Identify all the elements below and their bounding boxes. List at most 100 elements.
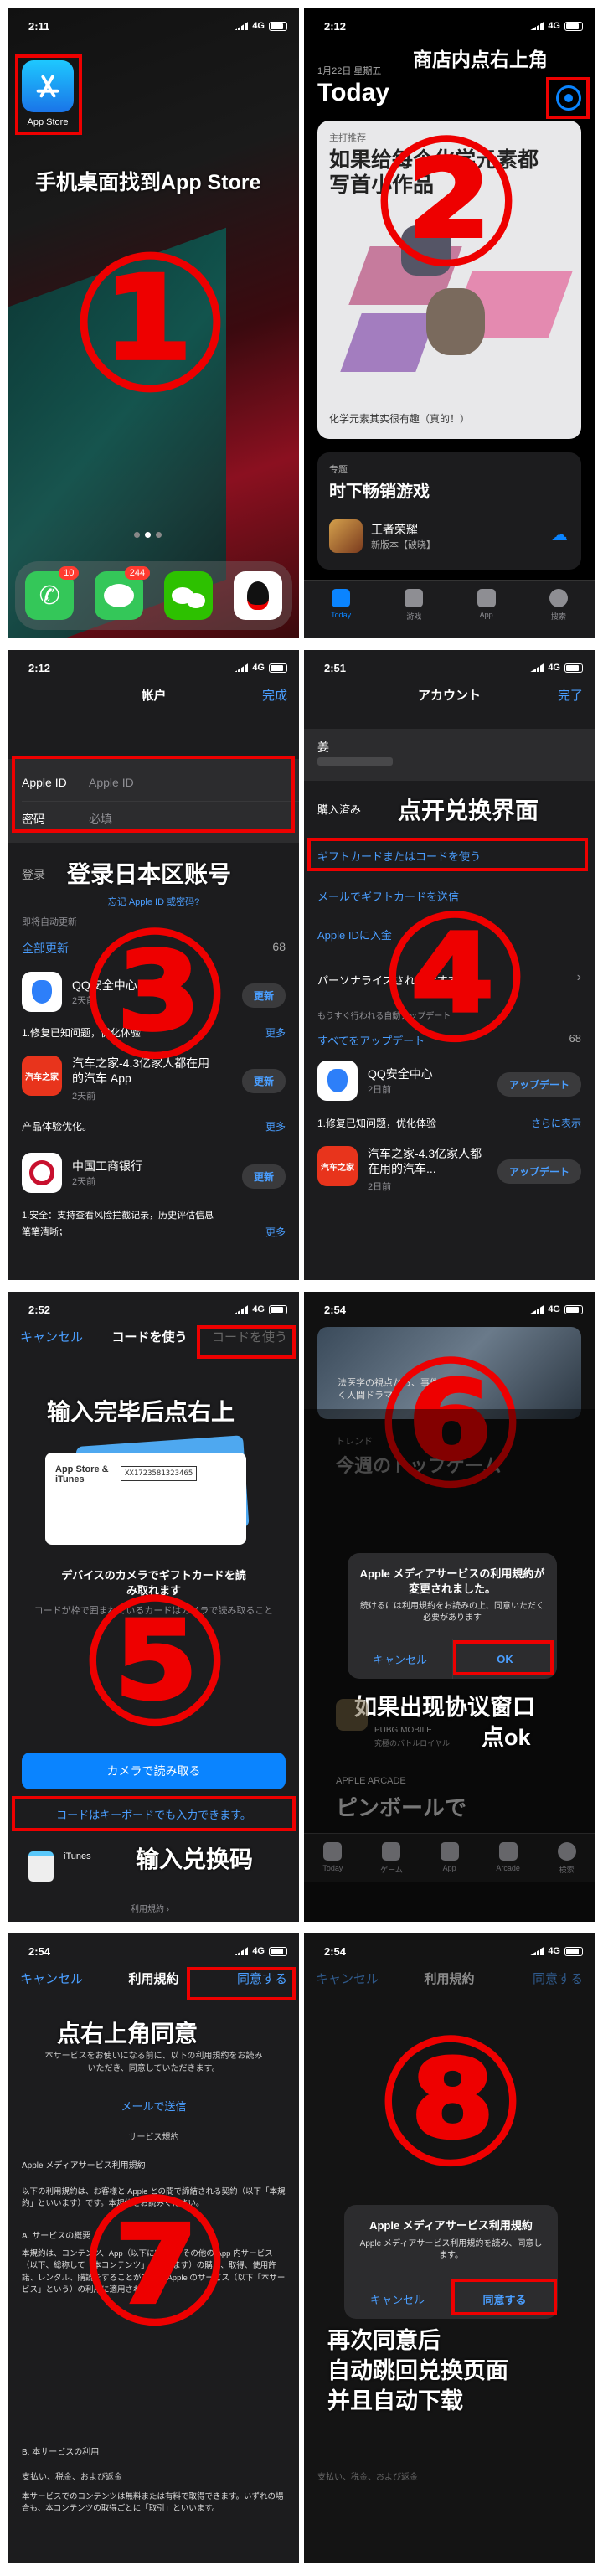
section-title: 时下畅销游戏 [329, 483, 430, 501]
game-desc: 新版本【破晓】 [371, 540, 436, 550]
section-card[interactable]: 专题 时下畅销游戏 王者荣耀 新版本【破晓】 ☁ [317, 452, 581, 570]
purchased-link[interactable]: 購入済み [317, 801, 361, 817]
status-bar: 2:54 4G [8, 1933, 299, 1969]
qq-security-icon [317, 1061, 358, 1101]
status-bar: 2:52 4G [8, 1292, 299, 1327]
caption: 输入完毕后点右上 [47, 1399, 235, 1425]
alert-body: 続けるには利用規約をお読みの上、同意いただく必要があります [360, 1602, 544, 1624]
panel-2-today: 2:12 4G 1月22日 星期五 Today 商店内点右上角 主打推荐 如果给每… [304, 8, 595, 638]
step-number: ④ [378, 875, 532, 1078]
user-card[interactable]: 姜 [304, 729, 595, 781]
tab-today[interactable]: Today [322, 1842, 343, 1872]
highlight-box [12, 756, 295, 833]
update-button[interactable]: 更新 [241, 983, 286, 1008]
alert-body: Apple メディアサービス利用規約を読み、同意します。 [359, 2238, 543, 2260]
terms-link[interactable]: 利用規約 › [131, 1902, 169, 1914]
panel-5-redeem: 2:52 4G キャンセル コードを使う コードを使う 输入完毕后点右上 App St… [8, 1292, 299, 1922]
phone-icon[interactable]: ✆ 10 [25, 566, 80, 620]
tab-arcade[interactable]: Arcade [496, 1842, 520, 1872]
card-tag: 主打推荐 [329, 133, 366, 143]
tab-search[interactable]: 搜索 [549, 589, 568, 622]
panel-7-terms: 2:54 4G キャンセル 利用規約 同意する 点右上角同意 本サービスをお使いになる… [8, 1933, 299, 2563]
cancel-button[interactable]: キャンセル [344, 2279, 451, 2319]
more-link[interactable]: 更多 [265, 1225, 286, 1239]
panel-8-agree-confirm: 2:54 4G キャンセル 利用規約 同意する ⑧ Apple メディアサービス利用規… [304, 1933, 595, 2563]
app1-note: 1.修复已知问题，优化体验 [317, 1118, 437, 1129]
app2-name: 汽车之家-4.3亿家人都在用的汽车... [368, 1147, 482, 1176]
card-subtitle: 化学元素其实很有趣（真的！） [329, 413, 471, 425]
messages-icon[interactable]: 244 [95, 566, 151, 620]
more-link[interactable]: 更多 [265, 1119, 286, 1133]
wechat-icon[interactable] [163, 571, 213, 620]
step-number: ① [69, 214, 232, 431]
page-dots [134, 532, 162, 538]
app2-time: 2日前 [368, 1182, 392, 1192]
game-icon [329, 519, 363, 553]
nav-title: 利用規約 [128, 1971, 179, 1986]
card-code: XX1723581323465 [121, 1466, 198, 1481]
cancel-button[interactable]: キャンセル [348, 1639, 452, 1679]
status-bar: 2:12 4G [304, 8, 595, 44]
status-bar: 2:54 4G [304, 1933, 595, 1969]
app3-time: 2天前 [72, 1177, 96, 1187]
caption: 如果出现协议窗口 [354, 1695, 535, 1720]
game-name: 王者荣耀 [371, 523, 418, 536]
camera-button[interactable]: カメラで読み取る [22, 1753, 286, 1789]
tab-games[interactable]: 游戏 [405, 589, 424, 622]
cloud-download-icon[interactable]: ☁ [551, 524, 568, 545]
tab-games[interactable]: ゲーム [380, 1842, 403, 1875]
panel-6-terms-alert: 2:54 4G 法医学の視点から、事件を解く人間ドラマ トレンド 今週のトップゲー… [304, 1292, 595, 1922]
highlight-box [451, 2279, 557, 2315]
chevron-right-icon: › [576, 970, 581, 984]
itunes-label: iTunes [64, 1851, 91, 1861]
qq-icon[interactable] [233, 571, 282, 620]
step-number: ③ [78, 892, 232, 1095]
highlight-box [15, 54, 82, 135]
card-brand: App Store & iTunes [55, 1464, 109, 1484]
user-email [317, 757, 393, 766]
signin-button[interactable]: 登录 [22, 866, 45, 883]
icbc-icon [22, 1153, 62, 1193]
highlight-box [307, 838, 588, 871]
caption: 手机桌面找到App Store [35, 171, 261, 194]
panel-1-home-screen: 2:11 4G App Store 手机桌面找到App Store ① ✆ 10 2… [8, 8, 299, 638]
update-all-button[interactable]: 全部更新 [22, 940, 69, 957]
caption: 再次同意后 [327, 2328, 441, 2353]
done-button[interactable]: 完成 [262, 686, 287, 704]
update-button[interactable]: 更新 [241, 1069, 286, 1093]
tab-apps[interactable]: App [440, 1842, 459, 1872]
caption: 商店内点右上角 [413, 49, 548, 70]
caption-2: 点ok [482, 1725, 531, 1750]
tutorial-grid: 2:11 4G App Store 手机桌面找到App Store ① ✆ 10 2… [0, 0, 603, 2576]
qq-security-icon [22, 972, 62, 1012]
tab-bar: Today 游戏 App 搜索 [304, 580, 595, 638]
caption-2: 输入兑换码 [136, 1846, 254, 1872]
tab-today[interactable]: Today [331, 589, 351, 619]
tab-apps[interactable]: App [477, 589, 496, 619]
section-tag: 专题 [329, 465, 348, 475]
nav-title: コードを使う [111, 1329, 188, 1345]
more-link[interactable]: さらに表示 [531, 1116, 581, 1130]
caption: 点右上角同意 [57, 2021, 198, 2047]
update-count: 68 [569, 1032, 581, 1045]
cancel-button[interactable]: キャンセル [20, 1969, 83, 1987]
cancel-button[interactable]: キャンセル [316, 1969, 379, 1987]
panel-4-account: 2:51 4G アカウント 完了 姜 購入済み 点开兑换界面 ギフトカードまたはコー… [304, 650, 595, 1280]
caption-3: 并且自动下载 [327, 2388, 463, 2413]
terms-intro: 本サービスをお使いになる前に、以下の利用規約をお読みいただき、同意していただきま… [44, 2052, 263, 2073]
tab-search[interactable]: 検索 [557, 1842, 576, 1875]
email-link[interactable]: メールで送信 [8, 2098, 299, 2114]
date-label: 1月22日 星期五 [317, 66, 382, 76]
cancel-button[interactable]: キャンセル [20, 1328, 83, 1345]
more-link[interactable]: 更多 [265, 1025, 286, 1040]
done-button[interactable]: 完了 [558, 686, 583, 704]
arcade-label: APPLE ARCADE [336, 1776, 406, 1786]
app3-name: 中国工商银行 [72, 1159, 142, 1173]
section-b: B. 本サービスの利用 [22, 2448, 100, 2457]
tab-bar: Today ゲーム App Arcade 検索 [304, 1833, 595, 1882]
update-button[interactable]: 更新 [241, 1164, 286, 1189]
app3-note: 1.安全：支持查看风险拦截记录，历史评估信息 [22, 1211, 214, 1221]
agree-button[interactable]: 同意する [533, 1969, 583, 1987]
update-button[interactable]: アップデート [497, 1159, 581, 1184]
terms-body-4: 本サービスでのコンテンツは無料または有料で取得できます。いずれの場合も、本コンテ… [22, 2492, 284, 2514]
